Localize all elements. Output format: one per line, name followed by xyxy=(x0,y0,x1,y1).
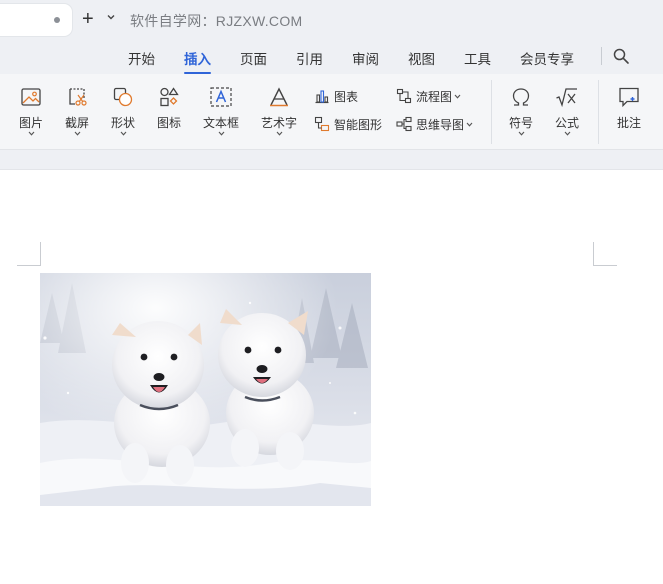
wordart-label: 艺术字 xyxy=(260,116,297,130)
menu-divider xyxy=(601,47,602,65)
picture-label: 图片 xyxy=(18,116,43,130)
tab-home[interactable]: 开始 xyxy=(128,48,155,68)
menu-bar: 开始 插入 页面 引用 审阅 视图 工具 会员专享 xyxy=(0,40,663,74)
flowchart-label: 流程图 xyxy=(416,89,453,104)
chevron-down-icon xyxy=(564,131,570,136)
unsaved-dot-icon xyxy=(54,17,60,23)
formula-label: 公式 xyxy=(554,116,579,130)
chevron-down-icon xyxy=(218,131,224,136)
chevron-down-icon[interactable] xyxy=(106,12,116,22)
tab-view[interactable]: 视图 xyxy=(408,48,435,68)
chart-label: 图表 xyxy=(334,89,359,104)
mindmap-icon xyxy=(396,116,412,132)
margin-corner-right xyxy=(593,242,617,266)
tab-insert[interactable]: 插入 xyxy=(184,48,211,74)
title-bar: + 软件自学网：RJZXW.COM xyxy=(0,0,663,40)
scissors-icon xyxy=(69,88,87,106)
inserted-image[interactable] xyxy=(40,273,371,506)
smartart-button[interactable]: 智能图形 xyxy=(314,114,382,134)
wordart-icon xyxy=(270,87,288,107)
wordart-button[interactable]: 艺术字 xyxy=(254,86,304,136)
textbox-icon xyxy=(210,87,232,107)
smartart-label: 智能图形 xyxy=(334,117,383,132)
watermark-text: 软件自学网：RJZXW.COM xyxy=(130,13,303,29)
tab-page[interactable]: 页面 xyxy=(240,48,267,68)
icon-library-button[interactable]: 图标 xyxy=(152,86,186,131)
picture-icon xyxy=(21,88,41,106)
textbox-label: 文本框 xyxy=(202,116,239,130)
insert-picture-button[interactable]: 图片 xyxy=(12,86,50,136)
symbol-label: 符号 xyxy=(508,116,533,130)
shape-button[interactable]: 形状 xyxy=(104,86,142,136)
tab-review[interactable]: 审阅 xyxy=(352,48,379,68)
margin-corner-left xyxy=(17,242,41,266)
comment-add-icon xyxy=(619,87,639,108)
ruler-strip xyxy=(0,150,663,170)
tab-references[interactable]: 引用 xyxy=(296,48,323,68)
formula-button[interactable]: 公式 xyxy=(548,86,586,136)
icon-library-icon xyxy=(160,87,179,107)
new-tab-button[interactable]: + xyxy=(82,9,94,29)
screenshot-button[interactable]: 截屏 xyxy=(58,86,96,136)
chevron-down-icon xyxy=(454,94,461,99)
shapes-icon xyxy=(113,87,133,107)
document-page[interactable] xyxy=(0,170,663,584)
flowchart-icon xyxy=(396,88,412,104)
chart-button[interactable]: 图表 xyxy=(314,86,358,106)
chevron-down-icon xyxy=(120,131,126,136)
textbox-button[interactable]: 文本框 xyxy=(196,86,246,136)
bar-chart-icon xyxy=(315,90,329,104)
chevron-down-icon xyxy=(74,131,80,136)
insert-ribbon: 图片 截屏 形状 图标 文本框 艺术字 图表 智能图形 流程图 思维导图 符号 … xyxy=(0,74,663,150)
comment-label: 批注 xyxy=(616,116,641,130)
chevron-down-icon xyxy=(276,131,282,136)
puppies-photo xyxy=(40,273,371,506)
comment-button[interactable]: 批注 xyxy=(610,86,648,131)
sqrt-x-icon xyxy=(556,88,577,108)
omega-icon xyxy=(512,88,530,106)
ribbon-divider xyxy=(491,80,492,144)
tab-member[interactable]: 会员专享 xyxy=(520,48,574,68)
shape-label: 形状 xyxy=(110,116,135,130)
search-icon[interactable] xyxy=(612,47,630,65)
document-tab[interactable] xyxy=(0,4,72,36)
smartart-icon xyxy=(314,116,330,132)
icon-label: 图标 xyxy=(156,116,181,130)
chevron-down-icon xyxy=(466,122,473,127)
symbol-button[interactable]: 符号 xyxy=(502,86,540,136)
mindmap-label: 思维导图 xyxy=(416,117,465,132)
ribbon-divider xyxy=(598,80,599,144)
screenshot-label: 截屏 xyxy=(64,116,89,130)
flowchart-button[interactable]: 流程图 xyxy=(396,86,465,106)
mindmap-button[interactable]: 思维导图 xyxy=(396,114,477,134)
chevron-down-icon xyxy=(518,131,524,136)
tab-tools[interactable]: 工具 xyxy=(464,48,491,68)
chevron-down-icon xyxy=(28,131,34,136)
